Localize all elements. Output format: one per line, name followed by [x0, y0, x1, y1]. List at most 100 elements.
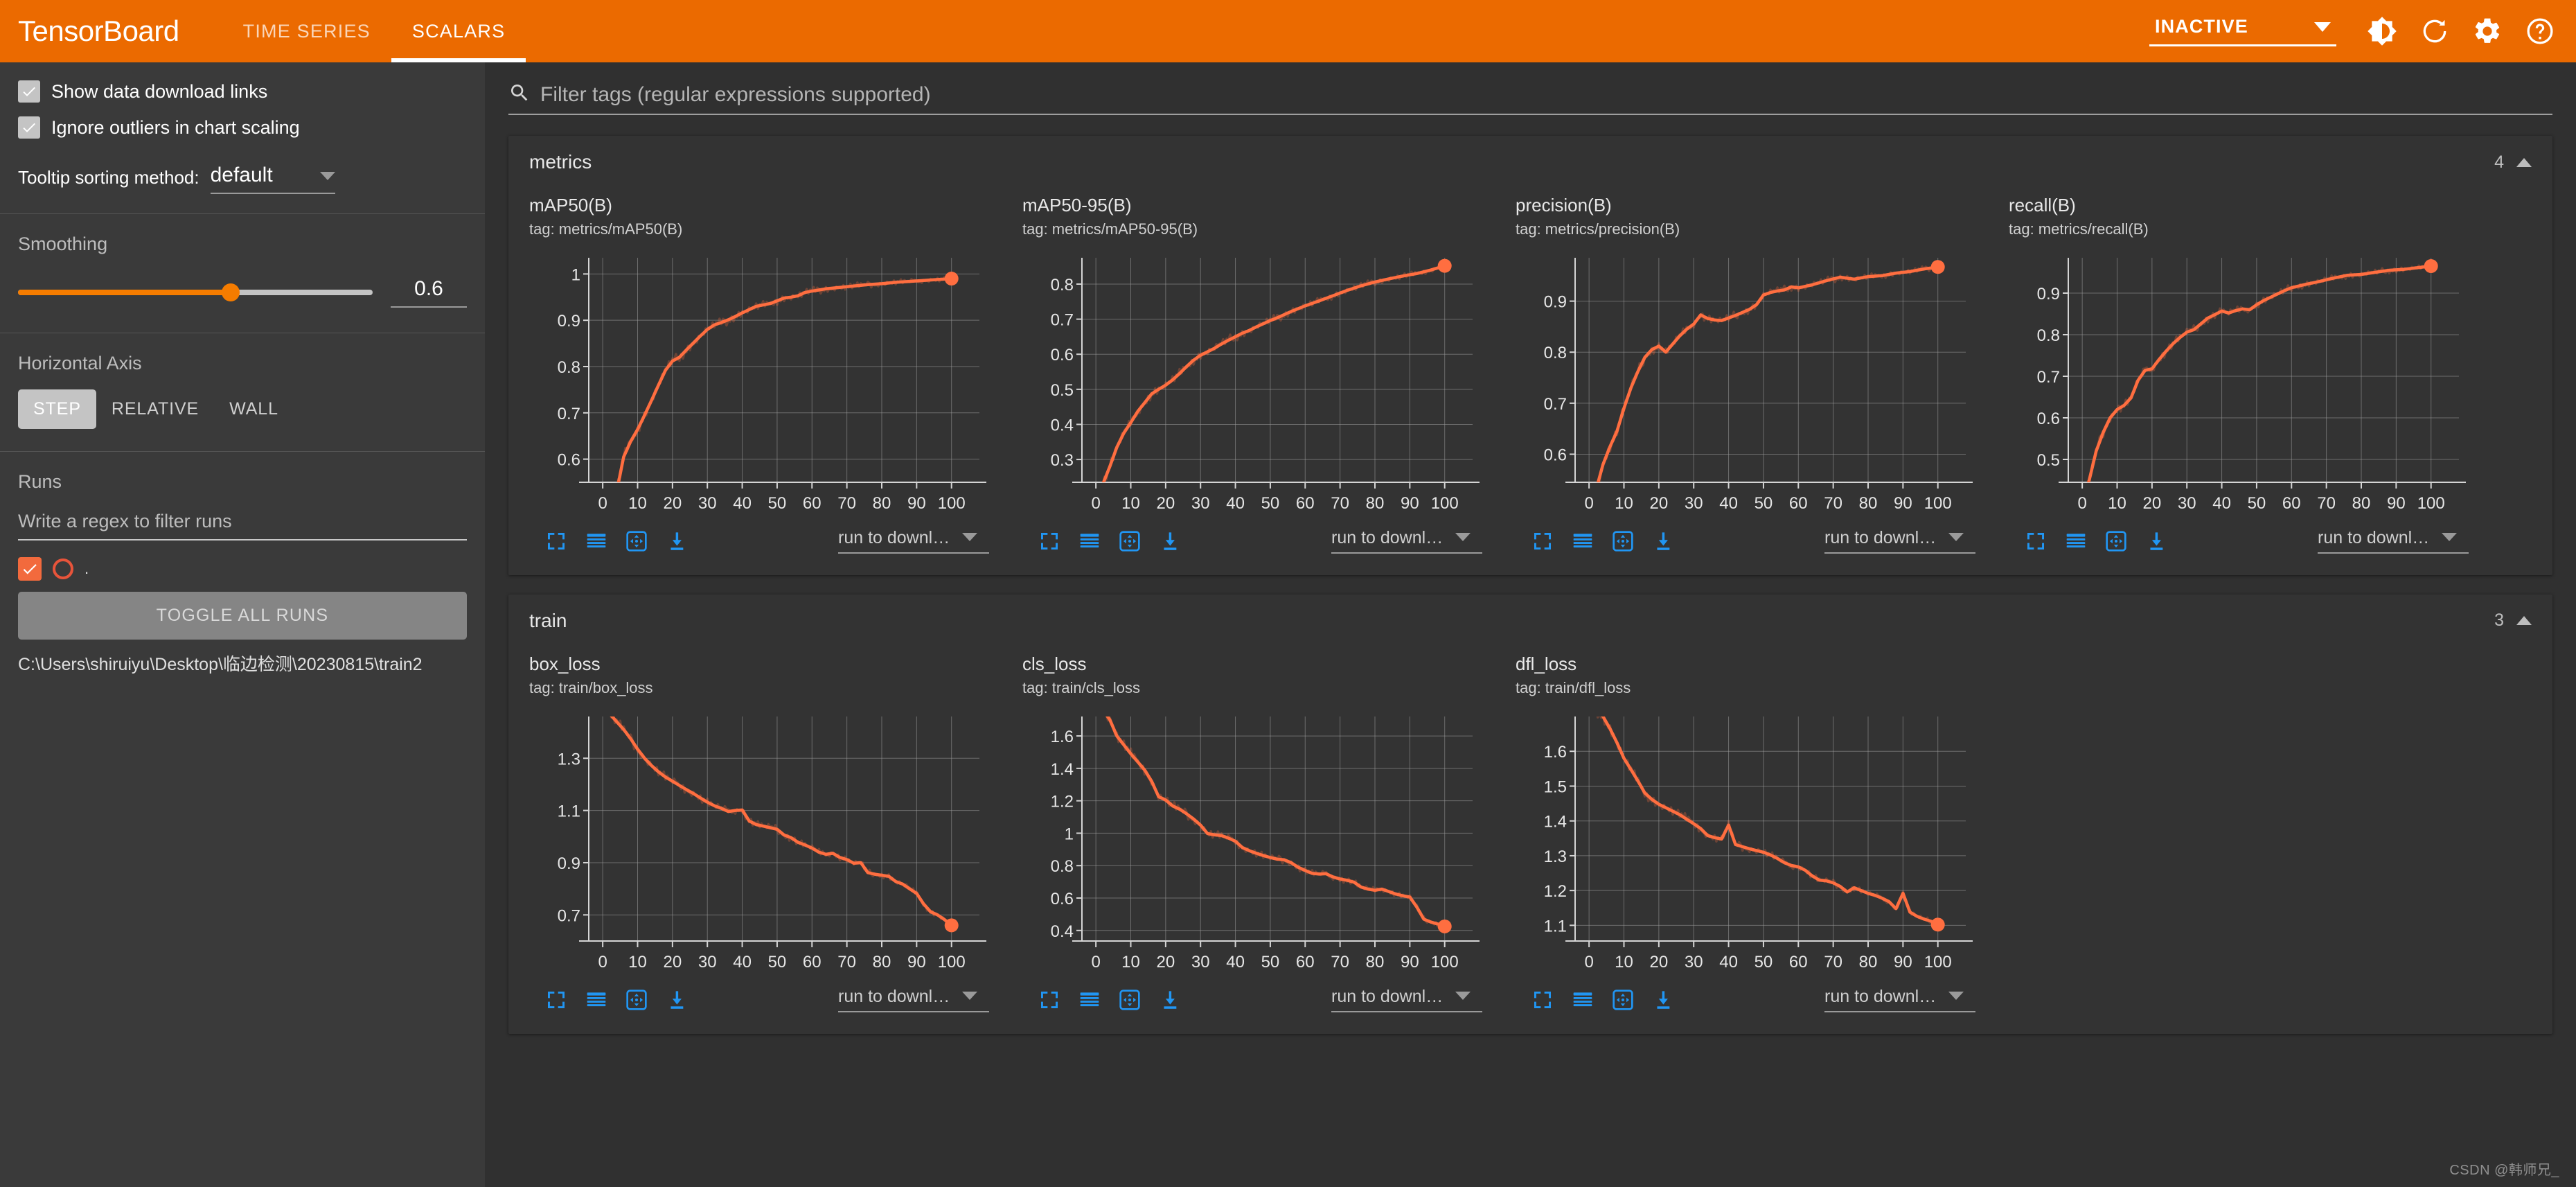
- run-download-select-value: run to downl…: [838, 528, 950, 548]
- refresh-icon[interactable]: [2408, 5, 2461, 58]
- run-download-select[interactable]: run to downl…: [1824, 528, 1975, 554]
- smoothing-slider[interactable]: [18, 283, 373, 301]
- run-checkbox-checked-icon[interactable]: [18, 557, 42, 581]
- chart-plot[interactable]: 1.1 1.2 1.3 1.4 1.5 1.6 0 10 20 30 40 50 60 70 80 90 100: [1516, 707, 1980, 977]
- chart-plot[interactable]: 0.7 0.9 1.1 1.3 0 10 20 30 40 50 60 70 80 90 100: [529, 707, 993, 977]
- svg-text:100: 100: [938, 494, 966, 513]
- run-color-swatch-icon: [53, 559, 73, 579]
- fullscreen-icon[interactable]: [536, 524, 576, 559]
- tooltip-sorting-select[interactable]: default: [210, 164, 335, 194]
- run-status-select[interactable]: INACTIVE: [2149, 16, 2336, 46]
- smoothing-value-input[interactable]: 0.6: [391, 277, 467, 308]
- chart-plot[interactable]: 0.3 0.4 0.5 0.6 0.7 0.8 0 10 20 30 40 50 60 70 80 90 100: [1022, 248, 1486, 518]
- haxis-step-button[interactable]: STEP: [18, 389, 96, 429]
- card-title: mAP50-95(B): [1022, 195, 1132, 216]
- download-icon[interactable]: [1150, 524, 1190, 559]
- data-table-icon[interactable]: [1563, 983, 1603, 1017]
- data-table-icon[interactable]: [576, 983, 616, 1017]
- download-icon[interactable]: [1643, 983, 1683, 1017]
- haxis-wall-button[interactable]: WALL: [214, 389, 294, 429]
- download-icon[interactable]: [657, 983, 697, 1017]
- pan-icon[interactable]: [616, 983, 657, 1017]
- pan-icon[interactable]: [1603, 524, 1643, 559]
- chevron-down-icon: [319, 172, 335, 180]
- show-download-links-checkbox[interactable]: Show data download links: [18, 73, 467, 109]
- card-tag: tag: metrics/recall(B): [2009, 220, 2149, 238]
- data-table-icon[interactable]: [2056, 524, 2096, 559]
- svg-text:20: 20: [2143, 494, 2162, 513]
- pan-icon[interactable]: [1110, 524, 1150, 559]
- tab-time-series[interactable]: TIME SERIES: [222, 0, 391, 62]
- data-table-icon[interactable]: [1563, 524, 1603, 559]
- smoothing-slider-knob[interactable]: [222, 283, 240, 301]
- run-download-select[interactable]: run to downl…: [2318, 528, 2469, 554]
- svg-text:60: 60: [2282, 494, 2301, 513]
- run-download-select[interactable]: run to downl…: [1824, 987, 1975, 1013]
- haxis-relative-button[interactable]: RELATIVE: [96, 389, 214, 429]
- card-title: mAP50(B): [529, 195, 612, 216]
- fullscreen-icon[interactable]: [1029, 524, 1069, 559]
- checkbox-checked-icon: [18, 116, 40, 139]
- svg-text:90: 90: [1401, 494, 1419, 513]
- toggle-all-runs-button[interactable]: TOGGLE ALL RUNS: [18, 592, 467, 640]
- run-list-item[interactable]: .: [18, 557, 467, 581]
- svg-text:1.3: 1.3: [1544, 847, 1567, 866]
- chevron-down-icon: [1455, 992, 1471, 1001]
- runs-filter-input[interactable]: Write a regex to filter runs: [18, 511, 467, 540]
- section-header-train[interactable]: train 3: [508, 595, 2552, 647]
- chart-plot[interactable]: 0.5 0.6 0.7 0.8 0.9 0 10 20 30 40 50 60 70 80 90 100: [2009, 248, 2473, 518]
- tab-scalars[interactable]: SCALARS: [391, 0, 526, 62]
- data-table-icon[interactable]: [1069, 524, 1110, 559]
- run-download-select[interactable]: run to downl…: [838, 987, 989, 1013]
- run-name-label: .: [85, 560, 89, 577]
- chevron-up-icon[interactable]: [2516, 616, 2532, 626]
- svg-text:0.6: 0.6: [2037, 410, 2060, 428]
- svg-text:40: 40: [733, 494, 752, 513]
- fullscreen-icon[interactable]: [536, 983, 576, 1017]
- chart-plot[interactable]: 0.6 0.7 0.8 0.9 1 0 10 20 30 40 50 60 70 80 90 100: [529, 248, 993, 518]
- fullscreen-icon[interactable]: [2016, 524, 2056, 559]
- chart-plot[interactable]: 0.6 0.7 0.8 0.9 0 10 20 30 40 50 60 70 80 90 100: [1516, 248, 1980, 518]
- svg-text:0.7: 0.7: [1051, 310, 1074, 329]
- fullscreen-icon[interactable]: [1522, 983, 1563, 1017]
- ignore-outliers-checkbox[interactable]: Ignore outliers in chart scaling: [18, 109, 467, 146]
- horizontal-axis-buttons: STEP RELATIVE WALL: [18, 389, 467, 429]
- card-title: cls_loss: [1022, 653, 1087, 674]
- data-table-icon[interactable]: [1069, 983, 1110, 1017]
- download-icon[interactable]: [2136, 524, 2176, 559]
- run-download-select-value: run to downl…: [2318, 528, 2430, 548]
- svg-text:90: 90: [1894, 953, 1912, 971]
- svg-text:50: 50: [1261, 494, 1280, 513]
- svg-text:90: 90: [907, 494, 926, 513]
- run-download-select[interactable]: run to downl…: [1331, 987, 1482, 1013]
- download-icon[interactable]: [1643, 524, 1683, 559]
- data-table-icon[interactable]: [576, 524, 616, 559]
- svg-text:0: 0: [598, 953, 607, 971]
- fullscreen-icon[interactable]: [1522, 524, 1563, 559]
- tag-filter-bar[interactable]: Filter tags (regular expressions support…: [508, 82, 2552, 115]
- fullscreen-icon[interactable]: [1029, 983, 1069, 1017]
- smoothing-row: 0.6: [18, 277, 467, 308]
- svg-text:60: 60: [803, 494, 821, 513]
- brightness-icon[interactable]: [2356, 5, 2408, 58]
- help-icon[interactable]: [2514, 5, 2566, 58]
- svg-text:10: 10: [628, 494, 647, 513]
- section-header-metrics[interactable]: metrics 4: [508, 136, 2552, 188]
- chevron-up-icon[interactable]: [2516, 157, 2532, 167]
- pan-icon[interactable]: [1603, 983, 1643, 1017]
- svg-text:10: 10: [1615, 953, 1633, 971]
- gear-icon[interactable]: [2461, 5, 2514, 58]
- pan-icon[interactable]: [616, 524, 657, 559]
- svg-text:50: 50: [768, 494, 787, 513]
- download-icon[interactable]: [1150, 983, 1190, 1017]
- pan-icon[interactable]: [2096, 524, 2136, 559]
- header-actions: INACTIVE: [2149, 5, 2576, 58]
- svg-text:1.1: 1.1: [1544, 917, 1567, 935]
- download-icon[interactable]: [657, 524, 697, 559]
- run-download-select[interactable]: run to downl…: [1331, 528, 1482, 554]
- pan-icon[interactable]: [1110, 983, 1150, 1017]
- svg-text:0.8: 0.8: [1544, 344, 1567, 362]
- svg-text:0: 0: [598, 494, 607, 513]
- chart-plot[interactable]: 0.4 0.6 0.8 1 1.2 1.4 1.6 0 10 20 30 40 50 60 70 80 90 10…: [1022, 707, 1486, 977]
- run-download-select[interactable]: run to downl…: [838, 528, 989, 554]
